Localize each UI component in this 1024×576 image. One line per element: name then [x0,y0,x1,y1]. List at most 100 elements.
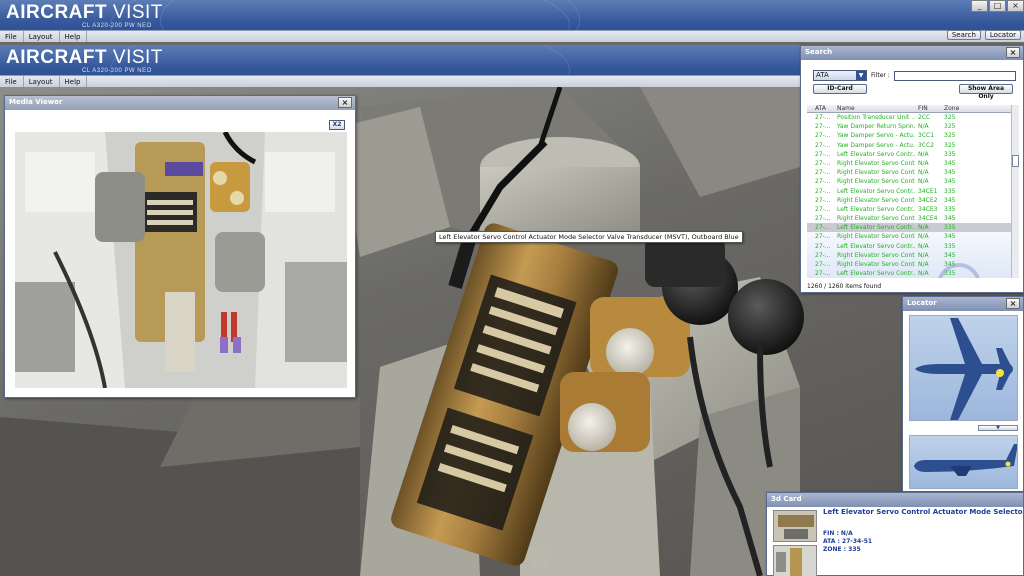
row-zone: 345 [944,159,956,167]
row-fin: 2CC [918,114,931,121]
row-name: Yaw Damper Return Sprin... [837,123,915,131]
card-thumbnail-2[interactable] [773,545,817,576]
app-brand: AIRCRAFT VISIT [6,47,163,68]
row-fin: N/A [918,242,929,250]
row-zone: 345 [944,169,956,177]
menu-layout[interactable]: Layout [24,31,60,42]
result-row[interactable]: 27-... Right Elevator Servo Cont... N/A 345 [807,251,1011,260]
menu-bar: File Layout Help [0,30,1024,42]
search-button[interactable]: Search [946,30,981,40]
close-window-button[interactable]: × [1007,0,1024,12]
result-row[interactable]: 27-... Right Elevator Servo Cont... N/A 345 [807,168,1011,177]
close-locator-button[interactable]: × [1006,298,1020,309]
3d-card-panel: 3d Card Left Elevator Servo Control Actu… [766,492,1024,576]
result-row[interactable]: 27-... Right Elevator Servo Cont... 34CE2 3… [807,196,1011,205]
row-fin: 34CE1 [918,187,938,195]
result-row[interactable]: 27-... Yaw Damper Servo - Actu... 3CC1 325 [807,131,1011,140]
app-brand: AIRCRAFT VISIT [6,2,163,23]
search-title: Search × [801,46,1023,60]
menu-help[interactable]: Help [60,76,88,87]
row-fin: N/A [918,251,929,259]
result-row[interactable]: 27-... Left Elevator Servo Contr... N/A 335 [807,242,1011,251]
component-photo[interactable] [15,132,347,388]
locator-view-toggle[interactable]: ▼ [978,425,1018,431]
row-zone: 325 [944,132,956,140]
row-zone: 345 [944,196,956,204]
column-name[interactable]: Name [837,105,915,113]
id-card-button[interactable]: ID-Card [813,84,867,94]
row-ata: 27-... [815,270,831,278]
result-row[interactable]: 27-... Left Elevator Servo Contr... N/A 335 [807,150,1011,159]
card-item-title: Left Elevator Servo Control Actuator Mod… [823,508,1023,516]
result-row[interactable]: 27-... Yaw Damper Servo - Actu... 3CC2 325 [807,141,1011,150]
row-fin: 34CE3 [918,205,938,213]
result-row[interactable]: 27-... Position Transducer Unit ... 2CC 325 [807,113,1011,122]
locator-title: Locator × [903,297,1023,311]
result-row[interactable]: 27-... Right Elevator Servo Cont... N/A 345 [807,159,1011,168]
row-fin: N/A [918,224,929,232]
zoom-x2-button[interactable]: X2 [329,120,345,130]
menu-layout[interactable]: Layout [24,76,60,87]
column-fin[interactable]: FIN [918,105,944,113]
card-thumbnail-1[interactable] [773,510,817,542]
result-row[interactable]: 27-... Left Elevator Servo Contr... 34CE3 3… [807,205,1011,214]
result-row[interactable]: 27-... Right Elevator Servo Cont... 34CE4 3… [807,214,1011,223]
chevron-down-icon: ▼ [856,71,866,80]
results-scrollbar[interactable] [1011,105,1019,278]
result-row[interactable]: 27-... Left Elevator Servo Contr... N/A 335 [807,269,1011,278]
row-zone: 325 [944,141,956,149]
app-subtitle: CL A320-200 PW NEO [82,23,152,29]
row-ata: 27-... [815,233,831,241]
result-row[interactable]: 27-... Left Elevator Servo Contr... 34CE1 3… [807,187,1011,196]
result-row[interactable]: 27-... Right Elevator Servo Cont... N/A 345 [807,177,1011,186]
maximize-button[interactable]: □ [989,0,1006,12]
row-ata: 27-... [815,159,831,167]
app-subtitle: CL A320-200 PW NEO [82,68,152,74]
row-zone: 325 [944,123,956,131]
row-ata: 27-... [815,141,831,149]
row-zone: 335 [944,242,956,250]
category-dropdown[interactable]: ATA ▼ [813,70,867,81]
row-zone: 345 [944,233,956,241]
result-row[interactable]: 27-... Left Elevator Servo Contr... N/A 335 [807,223,1011,233]
3d-card-title: 3d Card [767,493,1023,507]
row-ata: 27-... [815,178,831,186]
menu-file[interactable]: File [0,31,24,42]
menu-help[interactable]: Help [60,31,88,42]
row-zone: 325 [944,114,956,121]
locator-panel: Locator × ▼ [902,296,1024,492]
result-row[interactable]: 27-... Yaw Damper Return Sprin... N/A 325 [807,122,1011,131]
result-row[interactable]: 27-... Right Elevator Servo Cont... N/A 345 [807,260,1011,269]
row-ata: 27-... [815,251,831,259]
row-zone: 335 [944,224,956,232]
row-zone: 335 [944,150,956,158]
row-name: Yaw Damper Servo - Actu... [837,141,915,149]
column-zone[interactable]: Zone [944,105,964,113]
row-fin: N/A [918,150,929,158]
row-name: Right Elevator Servo Cont... [837,251,915,259]
aircraft-side-view-icon [914,444,1017,476]
filter-input[interactable] [893,70,1016,81]
locator-button[interactable]: Locator [984,30,1021,40]
scrollbar-thumb[interactable] [1012,155,1019,167]
menu-file[interactable]: File [0,76,24,87]
show-area-only-button[interactable]: Show Area Only [959,84,1013,100]
minimize-button[interactable]: _ [971,0,988,12]
row-ata: 27-... [815,261,831,268]
close-search-button[interactable]: × [1006,47,1020,58]
locator-side-view[interactable] [909,435,1018,489]
row-name: Left Elevator Servo Contr... [837,224,915,232]
result-row[interactable]: 27-... Right Elevator Servo Cont... N/A 345 [807,232,1011,241]
search-filter-row: ATA ▼ Filter : [813,70,1016,81]
close-media-viewer-button[interactable]: × [338,97,352,108]
column-ata[interactable]: ATA [815,105,835,113]
row-name: Right Elevator Servo Cont... [837,169,915,177]
row-fin: 3CC1 [918,132,935,140]
row-name: Position Transducer Unit ... [837,114,915,121]
row-ata: 27-... [815,150,831,158]
locator-top-view[interactable] [909,315,1018,421]
row-ata: 27-... [815,187,831,195]
results-list[interactable]: 27-... Position Transducer Unit ... 2CC 325… [807,113,1011,278]
window-controls: _ □ × [970,0,1024,12]
row-ata: 27-... [815,132,831,140]
